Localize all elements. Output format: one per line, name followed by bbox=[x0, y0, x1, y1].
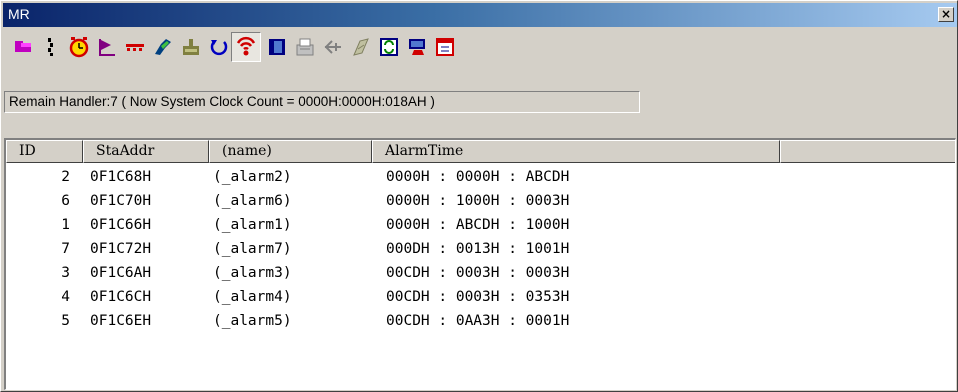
refresh-button[interactable] bbox=[375, 33, 403, 61]
cell-id: 6 bbox=[61, 193, 70, 209]
ready-queue-icon bbox=[48, 38, 53, 56]
cell-name: (_alarm7) bbox=[213, 241, 292, 257]
semaphore-button[interactable] bbox=[121, 33, 149, 61]
ready-queue-button[interactable] bbox=[37, 33, 65, 61]
cell-name: (_alarm4) bbox=[213, 289, 292, 305]
mr-window: MR × Remain Handler:7 (Now System Clock… bbox=[0, 0, 958, 392]
table-row[interactable]: 3 0F1C6AH (_alarm3) 00CDH : 0003H : 0003… bbox=[6, 261, 954, 285]
mailbox-button[interactable] bbox=[149, 33, 177, 61]
title-bar[interactable]: MR × bbox=[3, 3, 957, 27]
table-row[interactable]: 5 0F1C6EH (_alarm5) 00CDH : 0AA3H : 0001… bbox=[6, 309, 954, 333]
list-header: ID StaAddr (name) AlarmTime bbox=[6, 140, 955, 163]
cell-alarmtime: 000DH : 0013H : 1001H bbox=[386, 241, 570, 257]
table-row[interactable]: 6 0F1C70H (_alarm6) 0000H : 1000H : 0003… bbox=[6, 189, 954, 213]
cell-id: 1 bbox=[61, 217, 70, 233]
close-button[interactable]: × bbox=[938, 7, 954, 22]
status-text: Remain Handler:7 ( Now System Clock Coun… bbox=[4, 91, 640, 113]
cell-alarmtime: 0000H : ABCDH : 1000H bbox=[386, 217, 570, 233]
cell-id: 3 bbox=[61, 265, 70, 281]
cyclic-handler-button[interactable] bbox=[205, 33, 233, 61]
event-flag-icon bbox=[99, 39, 115, 56]
table-row[interactable]: 7 0F1C72H (_alarm7) 000DH : 0013H : 1001… bbox=[6, 237, 954, 261]
cell-id: 2 bbox=[61, 169, 70, 185]
task-status-button[interactable] bbox=[9, 33, 37, 61]
column-header-staaddr[interactable]: StaAddr bbox=[83, 140, 209, 163]
port-icon bbox=[324, 40, 341, 54]
cell-name: (_alarm2) bbox=[213, 169, 292, 185]
cell-id: 4 bbox=[61, 289, 70, 305]
cell-id: 7 bbox=[61, 241, 70, 257]
context-button[interactable] bbox=[403, 33, 431, 61]
data-queue-button[interactable] bbox=[177, 33, 205, 61]
mutex-icon bbox=[353, 38, 369, 56]
cell-name: (_alarm1) bbox=[213, 217, 292, 233]
cell-staaddr: 0F1C70H bbox=[90, 193, 152, 209]
cell-staaddr: 0F1C6EH bbox=[90, 313, 152, 329]
table-row[interactable]: 4 0F1C6CH (_alarm4) 00CDH : 0003H : 0353… bbox=[6, 285, 954, 309]
message-buffer-button[interactable] bbox=[291, 33, 319, 61]
cell-staaddr: 0F1C6AH bbox=[90, 265, 152, 281]
semaphore-icon bbox=[126, 44, 144, 51]
memory-pool-icon bbox=[269, 39, 285, 55]
message-buffer-icon bbox=[296, 38, 314, 56]
toolbar bbox=[3, 28, 957, 64]
context-icon bbox=[409, 39, 425, 55]
cell-alarmtime: 00CDH : 0AA3H : 0001H bbox=[386, 313, 570, 329]
timeout-button[interactable] bbox=[65, 33, 93, 61]
cyclic-handler-icon bbox=[210, 40, 228, 56]
memory-pool-button[interactable] bbox=[263, 33, 291, 61]
cell-id: 5 bbox=[61, 313, 70, 329]
cell-staaddr: 0F1C6CH bbox=[90, 289, 152, 305]
table-row[interactable]: 1 0F1C66H (_alarm1) 0000H : ABCDH : 1000… bbox=[6, 213, 954, 237]
event-flag-button[interactable] bbox=[93, 33, 121, 61]
timeout-icon bbox=[69, 37, 89, 58]
alarm-list[interactable]: ID StaAddr (name) AlarmTime 2 0F1C68H (_… bbox=[4, 138, 956, 390]
cell-staaddr: 0F1C72H bbox=[90, 241, 152, 257]
alarm-handler-button[interactable] bbox=[231, 32, 261, 62]
mutex-button[interactable] bbox=[347, 33, 375, 61]
task-status-icon bbox=[15, 41, 31, 52]
cell-name: (_alarm5) bbox=[213, 313, 292, 329]
timer-queue-button[interactable] bbox=[431, 33, 459, 61]
cell-alarmtime: 00CDH : 0003H : 0353H bbox=[386, 289, 570, 305]
column-header-name[interactable]: (name) bbox=[209, 140, 372, 163]
column-header-id[interactable]: ID bbox=[6, 140, 83, 163]
window-title: MR bbox=[8, 6, 30, 22]
column-header-alarmtime[interactable]: AlarmTime bbox=[372, 140, 780, 163]
cell-name: (_alarm3) bbox=[213, 265, 292, 281]
cell-staaddr: 0F1C66H bbox=[90, 217, 152, 233]
cell-name: (_alarm6) bbox=[213, 193, 292, 209]
cell-staaddr: 0F1C68H bbox=[90, 169, 152, 185]
alarm-handler-icon bbox=[236, 36, 256, 56]
timer-queue-icon bbox=[436, 38, 454, 56]
cell-alarmtime: 0000H : 0000H : ABCDH bbox=[386, 169, 570, 185]
data-queue-icon bbox=[183, 39, 199, 55]
refresh-icon bbox=[380, 38, 398, 56]
cell-alarmtime: 00CDH : 0003H : 0003H bbox=[386, 265, 570, 281]
port-button[interactable] bbox=[319, 33, 347, 61]
column-header-blank[interactable] bbox=[780, 140, 955, 163]
mailbox-icon bbox=[155, 39, 171, 55]
table-row[interactable]: 2 0F1C68H (_alarm2) 0000H : 0000H : ABCD… bbox=[6, 165, 954, 189]
cell-alarmtime: 0000H : 1000H : 0003H bbox=[386, 193, 570, 209]
